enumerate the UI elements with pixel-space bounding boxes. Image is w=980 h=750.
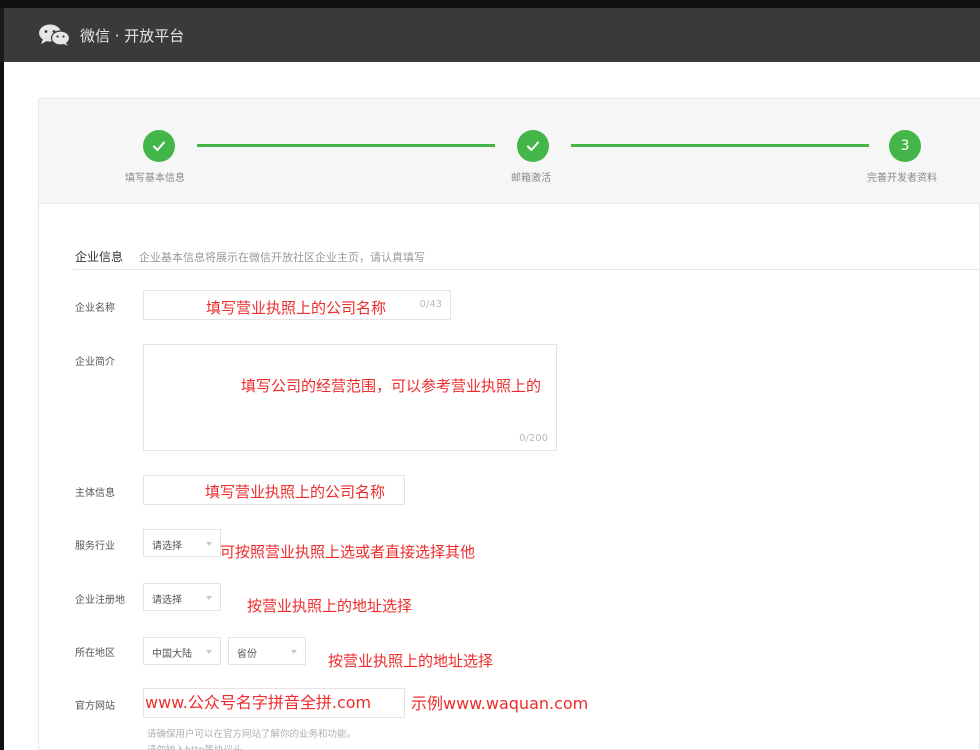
- window-frame-top: [0, 0, 980, 8]
- step-3-label: 完善开发者资料: [867, 173, 937, 184]
- entity-info-annotation: 填写营业执照上的公司名称: [205, 483, 386, 501]
- registered-place-select-value: 请选择: [152, 595, 182, 606]
- region-label: 所在地区: [75, 648, 115, 659]
- company-intro-label: 企业简介: [75, 357, 115, 368]
- section-title: 企业信息: [75, 250, 124, 264]
- region-province-select[interactable]: 省份: [228, 637, 306, 665]
- registered-place-label: 企业注册地: [75, 595, 125, 606]
- chevron-down-icon: [206, 650, 212, 654]
- company-name-annotation: 填写营业执照上的公司名称: [206, 299, 387, 317]
- chevron-down-icon: [291, 650, 297, 654]
- company-intro-annotation: 填写公司的经营范围，可以参考营业执照上的: [241, 377, 542, 395]
- region-country-value: 中国大陆: [152, 649, 192, 660]
- website-value-annotation: www.公众号名字拼音全拼.com: [145, 693, 372, 712]
- company-intro-textarea[interactable]: 0/200: [143, 344, 557, 451]
- registered-place-select[interactable]: 请选择: [143, 583, 221, 611]
- step-1-label: 填写基本信息: [125, 173, 185, 184]
- industry-annotation: 可按照营业执照上选或者直接选择其他: [220, 543, 476, 561]
- industry-select[interactable]: 请选择: [143, 529, 221, 557]
- section-description: 企业基本信息将展示在微信开放社区企业主页，请认真填写: [139, 251, 425, 264]
- check-icon: [153, 141, 165, 151]
- step-connector-2: [571, 144, 869, 147]
- check-icon: [527, 141, 539, 151]
- industry-label: 服务行业: [75, 541, 115, 552]
- website-hint-2: 请勿输入http等协议头: [147, 742, 243, 750]
- region-country-select[interactable]: 中国大陆: [143, 637, 221, 665]
- section-divider: [73, 269, 980, 270]
- step-connector-1: [197, 144, 495, 147]
- industry-select-value: 请选择: [152, 541, 182, 552]
- step-3-circle: 3: [889, 130, 921, 162]
- wechat-logo-icon: [39, 24, 70, 46]
- main-page: 3 填写基本信息 邮箱激活 完善开发者资料 企业信息 企业基本信息将展示在微信开…: [4, 62, 980, 750]
- company-name-counter: 0/43: [419, 299, 442, 310]
- website-label: 官方网站: [75, 701, 115, 712]
- company-name-label: 企业名称: [75, 303, 115, 314]
- top-navigation-bar: 微信 · 开放平台: [4, 8, 980, 62]
- region-province-value: 省份: [237, 649, 257, 660]
- chevron-down-icon: [206, 596, 212, 600]
- progress-steps: 3 填写基本信息 邮箱激活 完善开发者资料: [39, 99, 980, 204]
- step-2-label: 邮箱激活: [511, 173, 551, 184]
- company-intro-counter: 0/200: [519, 433, 548, 444]
- entity-info-label: 主体信息: [75, 488, 115, 499]
- step-1-circle: [143, 130, 175, 162]
- website-example-annotation: 示例www.waquan.com: [411, 694, 589, 713]
- step-2-circle: [517, 130, 549, 162]
- website-hint-1: 请确保用户可以在官方网站了解你的业务和功能。: [147, 729, 357, 740]
- chevron-down-icon: [206, 542, 212, 546]
- registered-place-annotation: 按营业执照上的地址选择: [247, 597, 413, 615]
- step-3-number: 3: [900, 138, 910, 154]
- registration-panel: 3 填写基本信息 邮箱激活 完善开发者资料 企业信息 企业基本信息将展示在微信开…: [38, 98, 980, 750]
- region-annotation: 按营业执照上的地址选择: [328, 652, 494, 670]
- brand-title[interactable]: 微信 · 开放平台: [80, 25, 184, 46]
